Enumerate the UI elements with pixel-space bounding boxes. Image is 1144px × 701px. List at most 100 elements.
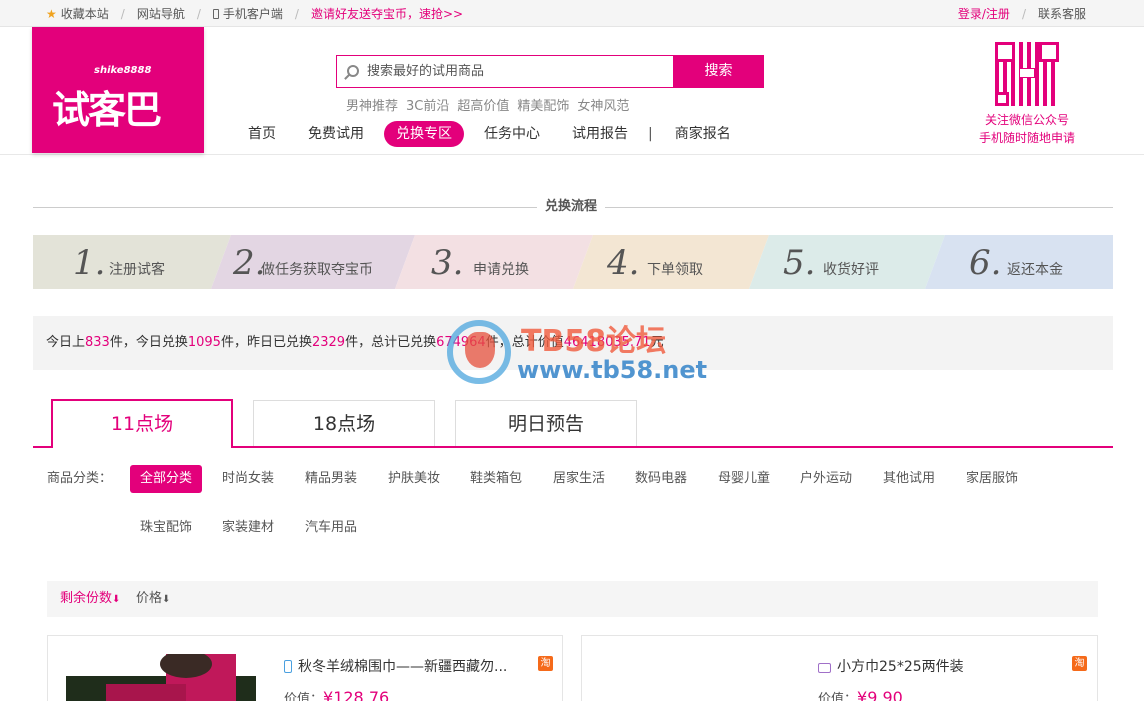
category-item[interactable]: 鞋类箱包 — [460, 465, 532, 493]
sort-remaining-label: 剩余份数 — [60, 591, 113, 606]
login-register-link[interactable]: 登录/注册 — [958, 5, 1010, 22]
sort-remaining-button[interactable]: 剩余份数⬇ — [60, 581, 120, 618]
logo-subtext: shike8888 — [94, 65, 152, 76]
tab-tomorrow-preview[interactable]: 明日预告 — [455, 400, 637, 446]
qr-caption: 关注微信公众号 手机随时随地申请 — [960, 111, 1094, 147]
tab-18-oclock[interactable]: 18点场 — [253, 400, 435, 446]
product-image — [66, 654, 256, 701]
category-item[interactable]: 户外运动 — [790, 465, 862, 493]
taobao-icon: 淘 — [1072, 656, 1087, 671]
site-logo[interactable]: shike8888 试客巴 — [32, 27, 204, 153]
process-steps: 1. 注册试客 2. 做任务获取夺宝币 3. 申请兑换 4. 下单领取 5. 收… — [33, 235, 1113, 289]
nav-divider: | — [648, 126, 653, 142]
product-card[interactable]: 秋冬羊绒棉围巾——新疆西藏勿... 价值：¥128.76 淘 — [47, 635, 563, 701]
category-item[interactable]: 其他试用 — [873, 465, 945, 493]
step-label: 返还本金 — [1007, 262, 1063, 278]
logo-text: 试客巴 — [52, 88, 162, 132]
hot-keywords: 男神推荐 3C前沿 超高价值 精美配饰 女神风范 — [346, 95, 629, 114]
stats-today-listed: 833 — [85, 335, 110, 350]
header: shike8888 试客巴 搜索 男神推荐 3C前沿 超高价值 精美配饰 女神风… — [0, 27, 1144, 155]
search-button[interactable]: 搜索 — [673, 55, 764, 88]
search-bar: 搜索 — [336, 55, 764, 88]
mobile-client-link[interactable]: 手机客户端 — [223, 5, 283, 22]
hotword-link[interactable]: 精美配饰 — [517, 95, 569, 114]
product-title[interactable]: 秋冬羊绒棉围巾——新疆西藏勿... — [284, 656, 507, 676]
price-label: 价值： — [284, 692, 324, 701]
step-number: 4. — [607, 243, 640, 283]
step-label: 收货好评 — [823, 262, 879, 278]
hotword-link[interactable]: 3C前沿 — [406, 95, 449, 114]
process-title: 兑换流程 — [33, 197, 1113, 217]
product-price: 价值：¥128.76 — [284, 688, 389, 701]
category-item[interactable]: 家装建材 — [212, 514, 284, 542]
stats-text: 今日上 — [46, 335, 86, 350]
tab-11-oclock[interactable]: 11点场 — [51, 399, 233, 448]
category-item[interactable]: 数码电器 — [625, 465, 697, 493]
nav-free-trial[interactable]: 免费试用 — [296, 121, 376, 147]
price-label: 价值： — [818, 692, 858, 701]
arrow-down-icon: ⬇ — [162, 594, 171, 605]
step-number: 6. — [969, 243, 1002, 283]
phone-icon — [212, 8, 219, 19]
category-all[interactable]: 全部分类 — [130, 465, 203, 493]
invite-link[interactable]: 邀请好友送夺宝币，速抢>> — [311, 5, 463, 22]
taobao-icon: 淘 — [538, 656, 553, 671]
star-icon: ★ — [46, 6, 57, 21]
stats-total-value: 46418035.71 — [563, 335, 651, 350]
category-item[interactable]: 精品男装 — [295, 465, 367, 493]
search-box — [336, 55, 674, 88]
hotword-link[interactable]: 超高价值 — [457, 95, 509, 114]
support-link[interactable]: 联系客服 — [1038, 5, 1086, 22]
step-2: 2. 做任务获取夺宝币 — [193, 235, 393, 289]
product-title-text: 小方巾25*25两件装 — [837, 659, 964, 675]
category-item[interactable]: 居家生活 — [543, 465, 615, 493]
product-card[interactable]: 小方巾25*25两件装 价值：¥9.90 淘 — [581, 635, 1098, 701]
step-number: 1. — [73, 243, 106, 283]
step-5: 5. 收货好评 — [743, 235, 923, 289]
favorite-link[interactable]: 收藏本站 — [61, 5, 109, 22]
category-item[interactable]: 护肤美妆 — [378, 465, 450, 493]
separator: / — [120, 6, 125, 21]
stats-text: 元 — [650, 335, 664, 350]
price-value: ¥128.76 — [323, 688, 390, 701]
step-1: 1. 注册试客 — [33, 235, 213, 289]
nav-exchange[interactable]: 兑换专区 — [384, 121, 464, 147]
category-item[interactable]: 家居服饰 — [956, 465, 1028, 493]
category-item[interactable]: 珠宝配饰 — [130, 514, 202, 542]
stats-text: 件，昨日已兑换 — [220, 335, 312, 350]
product-title-text: 秋冬羊绒棉围巾——新疆西藏勿... — [298, 659, 508, 675]
nav-trial-report[interactable]: 试用报告 — [560, 121, 640, 147]
sort-price-button[interactable]: 价格⬇ — [136, 581, 170, 618]
product-title[interactable]: 小方巾25*25两件装 — [818, 656, 964, 676]
stats-text: 件，今日兑换 — [109, 335, 188, 350]
category-item[interactable]: 汽车用品 — [295, 514, 367, 542]
exchange-stats: 今日上833件，今日兑换1095件，昨日已兑换2329件，总计已兑换674964… — [33, 316, 1113, 370]
category-item[interactable]: 时尚女装 — [212, 465, 284, 493]
sort-price-label: 价格 — [136, 591, 163, 606]
qr-caption-line2: 手机随时随地申请 — [978, 131, 1075, 145]
stats-text: 件，总计价值 — [485, 335, 564, 350]
process-title-text: 兑换流程 — [537, 197, 606, 217]
stats-text: 件，总计已兑换 — [345, 335, 437, 350]
step-number: 3. — [431, 243, 464, 283]
qr-corner — [995, 92, 1009, 106]
site-nav-link[interactable]: 网站导航 — [137, 5, 185, 22]
category-item[interactable]: 母婴儿童 — [708, 465, 780, 493]
hotword-link[interactable]: 男神推荐 — [346, 95, 398, 114]
nav-home[interactable]: 首页 — [236, 121, 288, 147]
qr-caption-line1: 关注微信公众号 — [984, 113, 1069, 127]
step-label: 申请兑换 — [473, 262, 529, 278]
search-icon — [347, 65, 359, 77]
hotword-link[interactable]: 女神风范 — [577, 95, 629, 114]
stats-yesterday-exchanged: 2329 — [311, 335, 346, 350]
nav-task-center[interactable]: 任务中心 — [472, 121, 552, 147]
product-price: 价值：¥9.90 — [818, 688, 903, 701]
qr-code-icon — [995, 42, 1059, 106]
search-input[interactable] — [367, 56, 667, 87]
image-icon — [818, 663, 831, 673]
step-label: 做任务获取夺宝币 — [261, 262, 373, 278]
phone-icon — [284, 660, 292, 673]
step-3: 3. 申请兑换 — [391, 235, 571, 289]
top-bar: ★ 收藏本站 / 网站导航 / 手机客户端 / 邀请好友送夺宝币，速抢>> 登录… — [0, 0, 1144, 27]
nav-merchant-signup[interactable]: 商家报名 — [663, 121, 743, 147]
